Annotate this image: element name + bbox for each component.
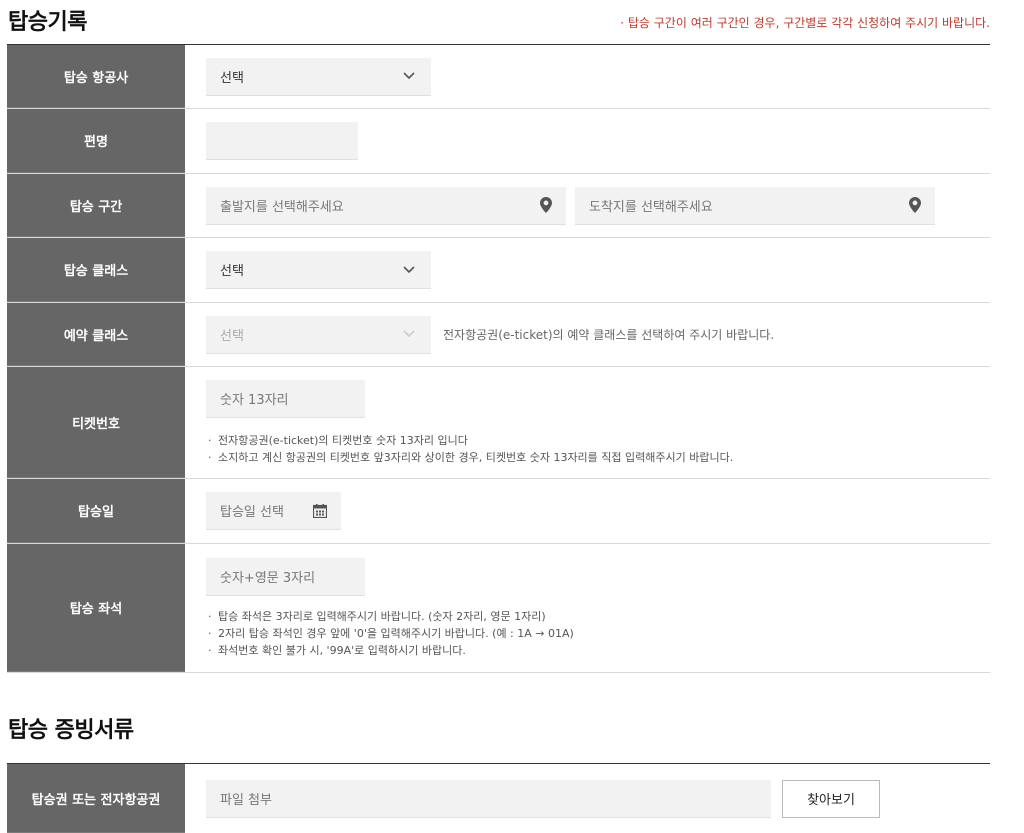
map-pin-icon[interactable] <box>540 197 552 213</box>
ticket-number-label: 티켓번호 <box>7 367 185 478</box>
flight-number-input[interactable] <box>206 122 358 160</box>
booking-class-help: 전자항공권(e-ticket)의 예약 클래스를 선택하여 주시기 바랍니다. <box>443 328 775 342</box>
calendar-icon[interactable] <box>313 503 327 518</box>
departure-input[interactable]: 출발지를 선택해주세요 <box>206 186 566 225</box>
seat-note-3: 좌석번호 확인 불가 시, '99A'로 입력하시기 바랍니다. <box>206 642 990 659</box>
seat-label: 탑승 좌석 <box>7 544 185 672</box>
row-route: 탑승 구간 출발지를 선택해주세요 도착지를 선택해주세요 <box>7 174 990 238</box>
map-pin-icon[interactable] <box>909 197 921 213</box>
airline-select-value: 선택 <box>220 70 244 86</box>
booking-class-select-value: 선택 <box>220 328 244 344</box>
file-attach-input[interactable]: 파일 첨부 <box>206 779 771 818</box>
row-airline: 탑승 항공사 선택 <box>7 45 990 109</box>
cabin-class-select-value: 선택 <box>220 264 244 279</box>
chevron-down-icon <box>401 326 417 342</box>
ticket-number-notes: 전자항공권(e-ticket)의 티켓번호 숫자 13자리 입니다 소지하고 계… <box>206 432 990 466</box>
seat-notes: 탑승 좌석은 3자리로 입력해주시기 바랍니다. (숫자 2자리, 영문 1자리… <box>206 608 990 659</box>
row-boarding-date: 탑승일 탑승일 선택 <box>7 479 990 544</box>
boarding-record-title: 탑승기록 <box>8 10 87 35</box>
boarding-date-input[interactable]: 탑승일 선택 <box>206 492 341 530</box>
proof-docs-form: 탑승권 또는 전자항공권 파일 첨부 찾아보기 <box>7 763 990 833</box>
boarding-date-placeholder: 탑승일 선택 <box>220 505 284 520</box>
ticket-note-1: 전자항공권(e-ticket)의 티켓번호 숫자 13자리 입니다 <box>206 432 990 449</box>
boarding-record-form: 탑승 항공사 선택 편명 탑승 구간 출발지를 선택해주세요 도착지를 선택해주… <box>7 44 990 673</box>
departure-placeholder: 출발지를 선택해주세요 <box>220 199 344 215</box>
booking-class-label: 예약 클래스 <box>7 303 185 366</box>
booking-class-select[interactable]: 선택 <box>206 315 431 354</box>
boarding-date-label: 탑승일 <box>7 479 185 543</box>
file-attach-label: 탑승권 또는 전자항공권 <box>7 764 185 833</box>
multi-segment-notice: · 탑승 구간이 여러 구간인 경우, 구간별로 각각 신청하여 주시기 바랍니… <box>620 16 990 30</box>
proof-docs-title: 탑승 증빙서류 <box>8 718 134 743</box>
seat-note-2: 2자리 탑승 좌석인 경우 앞에 '0'을 입력해주시기 바랍니다. (예 : … <box>206 625 990 642</box>
cabin-class-label: 탑승 클래스 <box>7 238 185 302</box>
flight-number-label: 편명 <box>7 109 185 173</box>
ticket-number-input[interactable]: 숫자 13자리 <box>206 379 365 418</box>
row-seat: 탑승 좌석 숫자+영문 3자리 탑승 좌석은 3자리로 입력해주시기 바랍니다.… <box>7 544 990 673</box>
airline-label: 탑승 항공사 <box>7 45 185 108</box>
cabin-class-select[interactable]: 선택 <box>206 251 431 289</box>
row-ticket-number: 티켓번호 숫자 13자리 전자항공권(e-ticket)의 티켓번호 숫자 13… <box>7 367 990 479</box>
seat-input[interactable]: 숫자+영문 3자리 <box>206 557 365 596</box>
row-booking-class: 예약 클래스 선택 전자항공권(e-ticket)의 예약 클래스를 선택하여 … <box>7 303 990 367</box>
row-cabin-class: 탑승 클래스 선택 <box>7 238 990 303</box>
route-label: 탑승 구간 <box>7 174 185 237</box>
row-file-attach: 탑승권 또는 전자항공권 파일 첨부 찾아보기 <box>7 764 990 833</box>
chevron-down-icon <box>401 68 417 84</box>
arrival-placeholder: 도착지를 선택해주세요 <box>589 199 713 215</box>
airline-select[interactable]: 선택 <box>206 57 431 96</box>
ticket-note-2: 소지하고 계신 항공권의 티켓번호 앞3자리와 상이한 경우, 티켓번호 숫자 … <box>206 449 990 466</box>
browse-button[interactable]: 찾아보기 <box>782 779 880 818</box>
arrival-input[interactable]: 도착지를 선택해주세요 <box>575 186 935 225</box>
row-flight-number: 편명 <box>7 109 990 174</box>
seat-note-1: 탑승 좌석은 3자리로 입력해주시기 바랍니다. (숫자 2자리, 영문 1자리… <box>206 608 990 625</box>
chevron-down-icon <box>401 262 417 278</box>
